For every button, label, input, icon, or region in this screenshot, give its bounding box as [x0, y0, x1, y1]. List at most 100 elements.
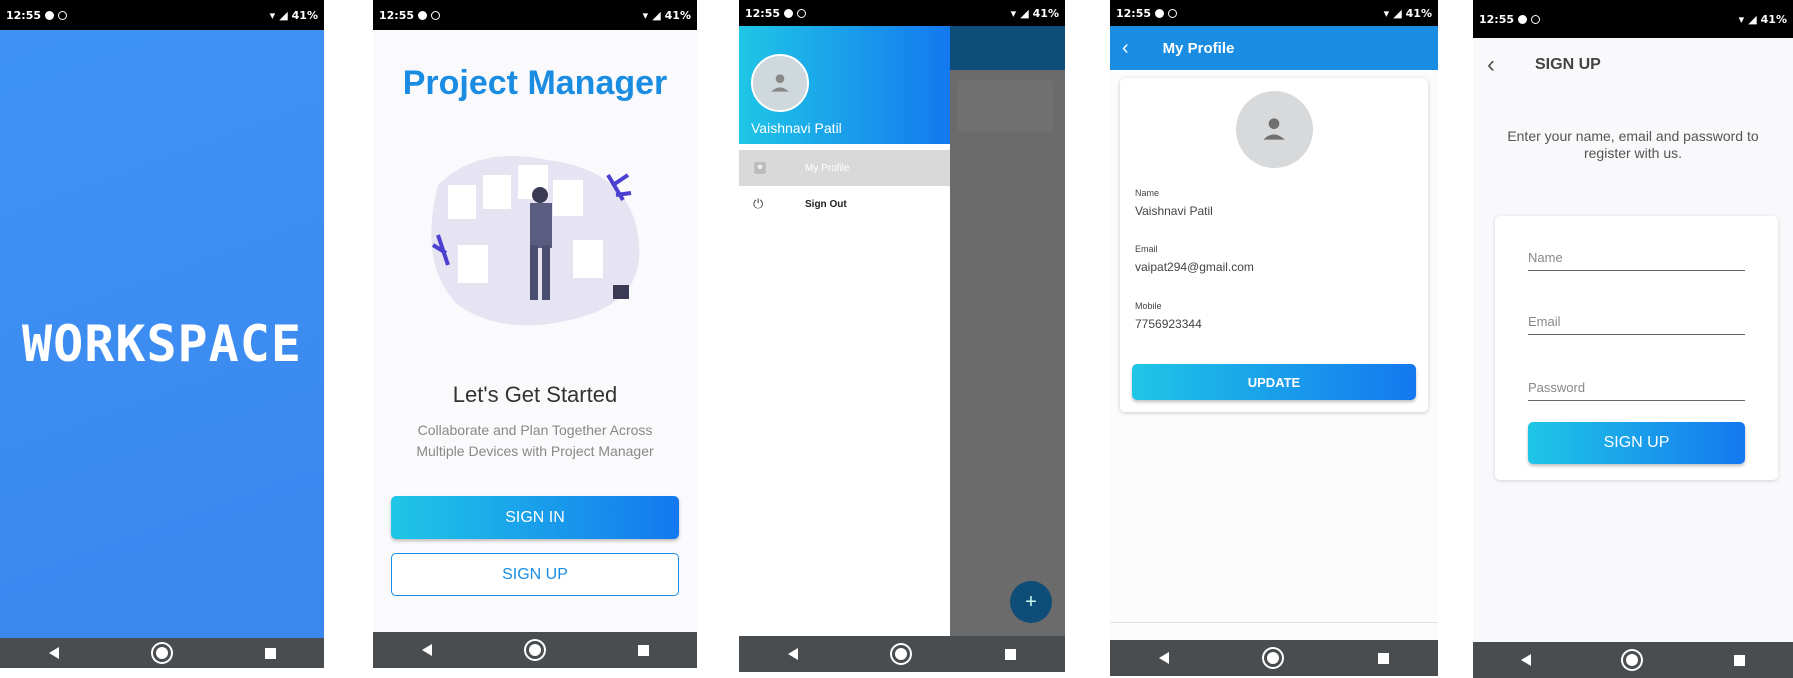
profile-screen: 12:55 ▾ ◢ 41% ‹ My Profile Name Vaishnavi …	[1110, 0, 1438, 676]
wifi-icon: ▾	[1010, 6, 1017, 20]
home-nav-icon[interactable]	[1267, 652, 1280, 664]
status-bar: 12:55 ▾ ◢ 41%	[0, 0, 324, 30]
password-input[interactable]: Password	[1528, 379, 1745, 401]
drawer-screen: 12:55 ▾ ◢ 41% + Vaishnavi Patil My Profile…	[739, 0, 1065, 672]
profile-avatar[interactable]	[1236, 91, 1313, 168]
divider	[1110, 622, 1438, 623]
back-nav-icon[interactable]	[421, 644, 432, 656]
recents-nav-icon[interactable]	[637, 644, 649, 656]
nav-bar	[0, 638, 324, 668]
power-icon: ⏻	[753, 196, 764, 211]
wifi-icon: ▾	[269, 8, 276, 22]
name-input[interactable]: Name	[1528, 249, 1745, 271]
nav-bar	[1110, 640, 1438, 676]
update-button[interactable]: UPDATE	[1132, 364, 1416, 400]
spotify-icon	[1155, 8, 1165, 18]
status-time: 12:55	[745, 6, 781, 20]
splash-title: WORKSPACE	[22, 315, 302, 373]
add-fab[interactable]: +	[1010, 581, 1052, 623]
drawer-item-label: Sign Out	[805, 198, 847, 210]
splash-screen: 12:55 ▾ ◢ 41% WORKSPACE	[0, 0, 324, 668]
name-value: Vaishnavi Patil	[1135, 204, 1213, 218]
mobile-field[interactable]: Mobile 7756923344	[1135, 301, 1202, 331]
nav-bar	[373, 632, 697, 668]
home-nav-icon[interactable]	[528, 644, 541, 656]
back-nav-icon[interactable]	[48, 647, 59, 659]
status-time: 12:55	[1479, 12, 1515, 26]
illustration-image	[431, 155, 640, 326]
welcome-subtitle-line1: Collaborate and Plan Together Across	[417, 422, 653, 438]
drawer-avatar[interactable]	[751, 54, 809, 112]
battery-level: 41%	[664, 8, 691, 22]
status-bar: 12:55 ▾ ◢ 41%	[373, 0, 697, 30]
email-field[interactable]: Email vaipat294@gmail.com	[1135, 244, 1254, 274]
home-nav-icon[interactable]	[895, 648, 908, 660]
signup-screen: 12:55 ▾ ◢ 41% ‹ SIGN UP Enter your name, e…	[1473, 0, 1793, 678]
name-field[interactable]: Name Vaishnavi Patil	[1135, 188, 1213, 218]
recents-nav-icon[interactable]	[1005, 648, 1017, 660]
back-nav-icon[interactable]	[1159, 652, 1170, 664]
whatsapp-icon	[1531, 14, 1541, 24]
email-input[interactable]: Email	[1528, 313, 1745, 335]
signup-card: Name Email Password SIGN UP	[1495, 216, 1778, 480]
wifi-icon: ▾	[1383, 6, 1390, 20]
back-nav-icon[interactable]	[787, 648, 798, 660]
recents-nav-icon[interactable]	[1377, 652, 1389, 664]
drawer-item-sign-out[interactable]: ⏻ Sign Out	[739, 186, 950, 222]
signal-icon: ◢	[1393, 6, 1402, 20]
app-bar: ‹ My Profile	[1110, 26, 1438, 70]
welcome-subtitle-line2: Multiple Devices with Project Manager	[416, 443, 654, 459]
drawer-user-name: Vaishnavi Patil	[751, 120, 842, 136]
mobile-label: Mobile	[1135, 301, 1162, 311]
battery-level: 41%	[1405, 6, 1432, 20]
sign-in-button[interactable]: SIGN IN	[391, 496, 679, 539]
mobile-value: 7756923344	[1135, 317, 1202, 331]
name-label: Name	[1135, 188, 1160, 198]
whatsapp-icon	[431, 10, 441, 20]
navigation-drawer: Vaishnavi Patil My Profile ⏻ Sign Out	[739, 26, 950, 636]
signal-icon: ◢	[1020, 6, 1029, 20]
battery-level: 41%	[1032, 6, 1059, 20]
nav-bar	[1473, 642, 1793, 678]
person-icon	[1263, 118, 1285, 140]
app-title: Project Manager	[402, 64, 668, 102]
drawer-item-label: My Profile	[805, 162, 850, 174]
email-label: Email	[1135, 244, 1158, 254]
recents-nav-icon[interactable]	[264, 647, 276, 659]
spotify-icon	[1518, 14, 1528, 24]
wifi-icon: ▾	[642, 8, 649, 22]
status-bar: 12:55 ▾ ◢ 41%	[1110, 0, 1438, 26]
signal-icon: ◢	[1748, 12, 1757, 26]
sign-up-button[interactable]: SIGN UP	[391, 553, 679, 596]
home-nav-icon[interactable]	[1626, 654, 1639, 666]
name-placeholder: Name	[1528, 250, 1563, 265]
nav-bar	[739, 636, 1065, 672]
spotify-icon	[45, 10, 55, 20]
status-bar: 12:55 ▾ ◢ 41%	[739, 0, 1065, 26]
welcome-heading: Let's Get Started	[452, 382, 618, 407]
person-icon	[754, 162, 766, 174]
signal-icon: ◢	[279, 8, 288, 22]
signal-icon: ◢	[652, 8, 661, 22]
signup-intro-line1: Enter your name, email and password to	[1507, 128, 1759, 144]
battery-level: 41%	[291, 8, 318, 22]
welcome-screen: 12:55 ▾ ◢ 41% Project Manager Let's Get St…	[373, 0, 697, 668]
back-arrow-icon[interactable]: ‹	[1487, 51, 1495, 79]
recents-nav-icon[interactable]	[1734, 654, 1746, 666]
signup-intro-line2: register with us.	[1583, 145, 1683, 161]
home-nav-icon[interactable]	[155, 647, 168, 659]
spotify-icon	[784, 8, 794, 18]
person-icon	[771, 74, 789, 92]
email-placeholder: Email	[1528, 314, 1561, 329]
password-placeholder: Password	[1528, 380, 1586, 395]
sign-up-submit-button[interactable]: SIGN UP	[1528, 422, 1745, 464]
wifi-icon: ▾	[1738, 12, 1745, 26]
back-nav-icon[interactable]	[1520, 654, 1531, 666]
dimmed-card	[957, 80, 1053, 132]
status-bar: 12:55 ▾ ◢ 41%	[1473, 0, 1793, 38]
page-title: My Profile	[1162, 39, 1235, 57]
drawer-item-my-profile[interactable]: My Profile	[739, 150, 950, 186]
back-arrow-icon[interactable]: ‹	[1122, 37, 1129, 60]
whatsapp-icon	[58, 10, 68, 20]
page-title: SIGN UP	[1535, 56, 1601, 73]
